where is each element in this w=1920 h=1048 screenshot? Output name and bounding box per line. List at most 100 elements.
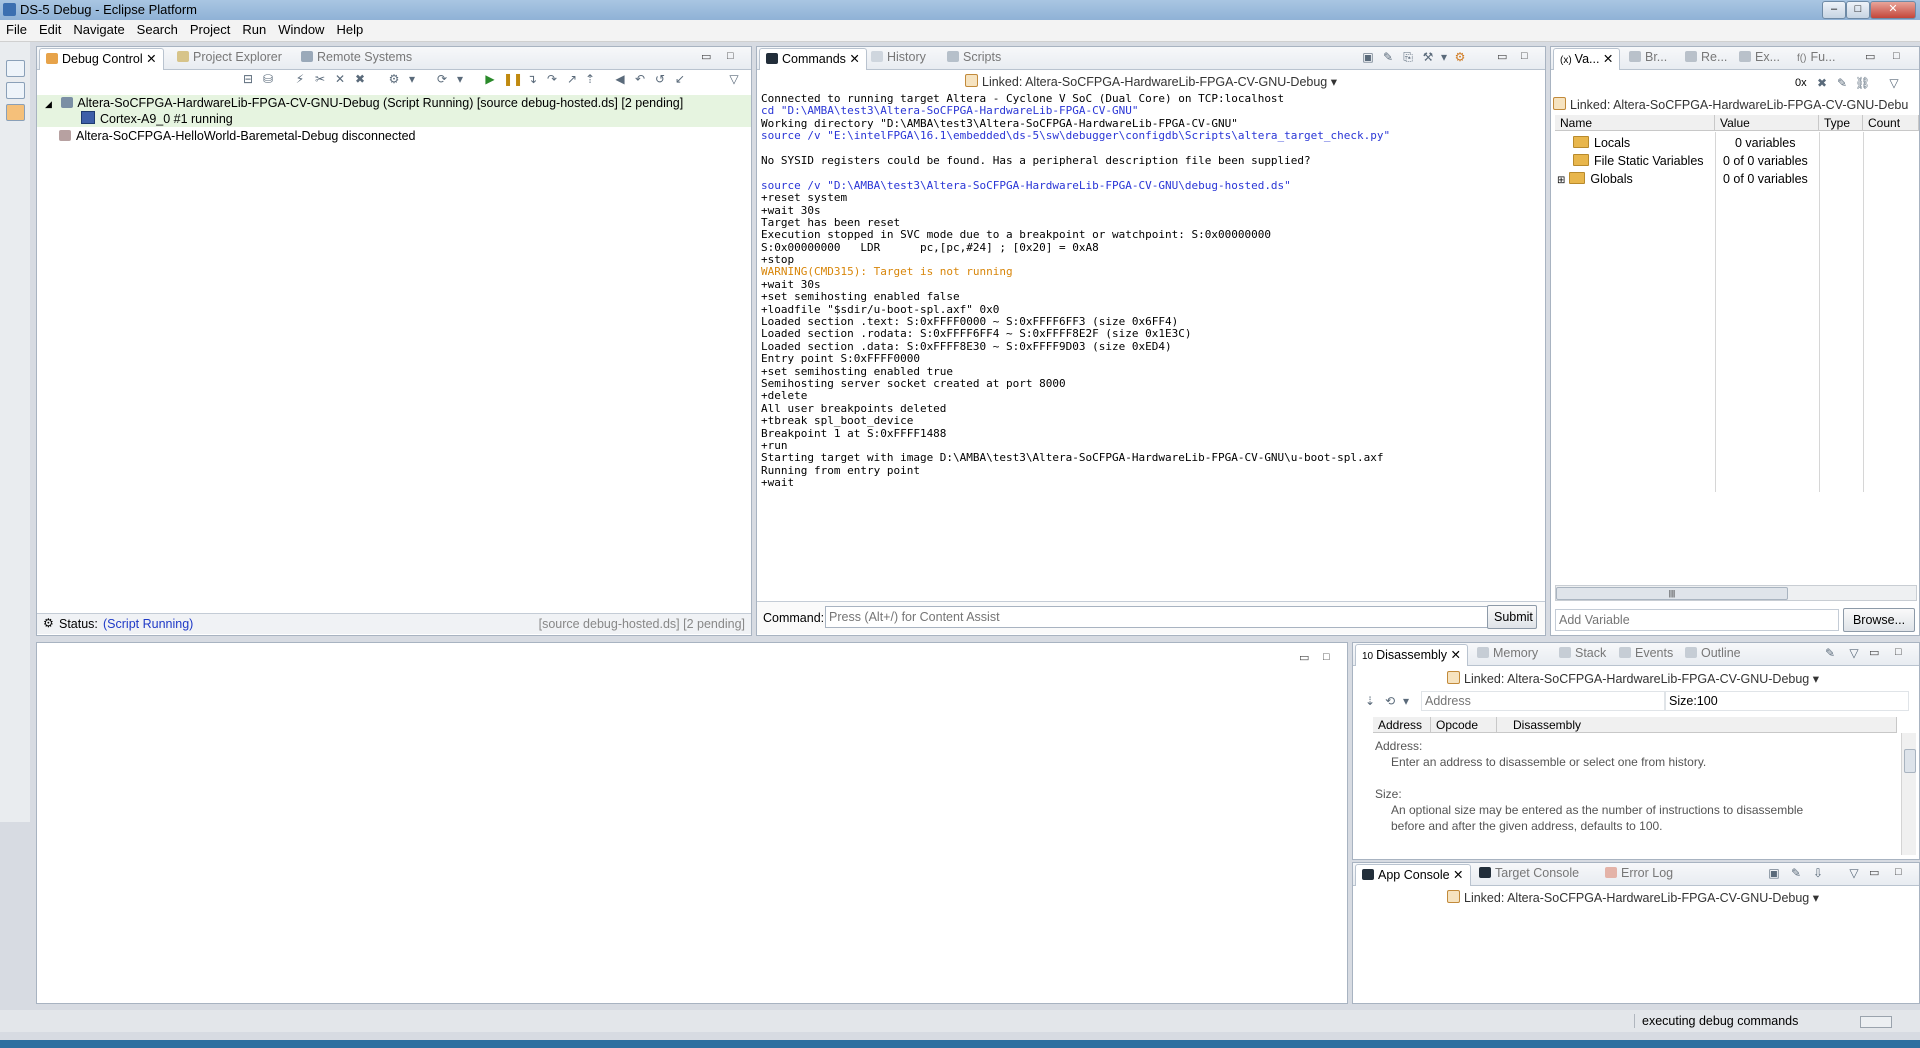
- scrollbar-thumb[interactable]: [1904, 749, 1916, 773]
- linked-target-selector[interactable]: Linked: Altera-SoCFPGA-HardwareLib-FPGA-…: [1447, 671, 1819, 686]
- tab-scripts[interactable]: Scripts: [947, 47, 1001, 68]
- menu-window[interactable]: Window: [272, 20, 330, 39]
- tab-memory[interactable]: Memory: [1477, 643, 1538, 664]
- pause-icon[interactable]: ❚❚: [503, 73, 523, 86]
- vertical-scrollbar[interactable]: [1901, 733, 1916, 855]
- menu-file[interactable]: File: [0, 20, 33, 39]
- column-header-value[interactable]: Value: [1715, 115, 1819, 131]
- step-return-icon[interactable]: ⇡: [583, 73, 597, 86]
- linked-target-selector[interactable]: Linked: Altera-SoCFPGA-HardwareLib-FPGA-…: [1447, 890, 1819, 905]
- step-over-icon[interactable]: ↷: [545, 73, 559, 86]
- menu-help[interactable]: Help: [330, 20, 369, 39]
- linked-target-selector[interactable]: Linked: Altera-SoCFPGA-HardwareLib-FPGA-…: [1553, 97, 1917, 112]
- maximize-window-button[interactable]: □: [1846, 1, 1870, 19]
- radix-toggle[interactable]: 0x: [1795, 77, 1807, 89]
- cpp-perspective-icon[interactable]: [6, 82, 25, 99]
- view-menu-icon[interactable]: ▽: [1847, 647, 1861, 660]
- size-input[interactable]: [1665, 691, 1909, 711]
- menu-project[interactable]: Project: [184, 20, 236, 39]
- tab-registers[interactable]: Re...: [1685, 47, 1727, 68]
- horizontal-scrollbar[interactable]: |||: [1555, 585, 1917, 601]
- submit-button[interactable]: Submit: [1487, 605, 1537, 629]
- menu-navigate[interactable]: Navigate: [67, 20, 130, 39]
- dropdown-icon[interactable]: ▾: [405, 73, 419, 86]
- column-header-name[interactable]: Name: [1555, 115, 1715, 131]
- export-icon[interactable]: ⎘: [1401, 51, 1415, 64]
- tab-breakpoints[interactable]: Br...: [1629, 47, 1667, 68]
- add-variable-input[interactable]: [1555, 609, 1839, 631]
- view-menu-icon[interactable]: ▽: [1847, 867, 1861, 880]
- column-header-count[interactable]: Count: [1863, 115, 1919, 131]
- column-header-address[interactable]: Address: [1373, 717, 1431, 733]
- debug-perspective-icon[interactable]: [6, 104, 25, 121]
- dropdown-icon[interactable]: ▾: [1437, 51, 1451, 64]
- open-perspective-icon[interactable]: [6, 60, 25, 77]
- pin-icon[interactable]: ✎: [1823, 647, 1837, 660]
- minimize-icon[interactable]: ▭: [1299, 651, 1309, 664]
- tab-variables[interactable]: (x) Va... ✕: [1553, 48, 1621, 70]
- tab-error-log[interactable]: Error Log: [1605, 863, 1673, 884]
- maximize-icon[interactable]: □: [1323, 651, 1330, 663]
- menu-run[interactable]: Run: [236, 20, 272, 39]
- minimize-window-button[interactable]: –: [1822, 1, 1846, 19]
- clear-icon[interactable]: ✎: [1789, 867, 1803, 880]
- view-menu-icon[interactable]: ▽: [1887, 77, 1901, 90]
- pin-icon[interactable]: ✎: [1835, 77, 1849, 90]
- tab-events[interactable]: Events: [1619, 643, 1673, 664]
- tab-outline[interactable]: Outline: [1685, 643, 1741, 664]
- column-header-opcode[interactable]: Opcode: [1431, 717, 1497, 733]
- save-icon[interactable]: ▣: [1361, 51, 1375, 64]
- tab-commands[interactable]: Commands ✕: [759, 48, 867, 70]
- variable-row-file-static[interactable]: File Static Variables 0 of 0 variables: [1555, 153, 1919, 169]
- maximize-icon[interactable]: □: [1895, 866, 1902, 878]
- variable-row-locals[interactable]: Locals 0 variables: [1555, 135, 1919, 151]
- remove-all-icon[interactable]: ✖: [353, 73, 367, 86]
- tab-remote-systems[interactable]: Remote Systems: [301, 47, 412, 68]
- menu-edit[interactable]: Edit: [33, 20, 67, 39]
- progress-indicator[interactable]: [1860, 1016, 1892, 1028]
- reverse-icon[interactable]: ◀: [613, 73, 627, 86]
- tab-debug-control[interactable]: Debug Control ✕: [39, 48, 164, 70]
- browse-button[interactable]: Browse...: [1843, 608, 1915, 632]
- history-icon[interactable]: ⟲: [1383, 695, 1397, 708]
- reverse-out-icon[interactable]: ↙: [673, 73, 687, 86]
- maximize-icon[interactable]: □: [1893, 50, 1900, 62]
- tab-app-console[interactable]: App Console ✕: [1355, 864, 1471, 886]
- view-menu-icon[interactable]: ▽: [727, 73, 741, 86]
- reverse-step-icon[interactable]: ↶: [633, 73, 647, 86]
- step-into-icon[interactable]: ↴: [525, 73, 539, 86]
- tab-stack[interactable]: Stack: [1559, 643, 1606, 664]
- tab-functions[interactable]: f() Fu...: [1797, 47, 1835, 68]
- maximize-icon[interactable]: □: [1895, 646, 1902, 658]
- expand-triangle-icon[interactable]: ◢: [45, 99, 52, 109]
- minimize-icon[interactable]: ▭: [1865, 50, 1875, 63]
- step-out-icon[interactable]: ↗: [565, 73, 579, 86]
- column-header-disassembly[interactable]: Disassembly: [1497, 717, 1897, 733]
- clear-icon[interactable]: ✎: [1381, 51, 1395, 64]
- scrollbar-thumb[interactable]: |||: [1556, 587, 1788, 600]
- minimize-icon[interactable]: ▭: [1869, 646, 1879, 659]
- debug-config-icon[interactable]: ⚙: [387, 73, 401, 86]
- tree-item-helloworld[interactable]: Altera-SoCFPGA-HelloWorld-Baremetal-Debu…: [37, 128, 751, 144]
- dropdown-icon[interactable]: ▾: [453, 73, 467, 86]
- expand-plus-icon[interactable]: ⊞: [1557, 175, 1565, 186]
- link-debug-icon[interactable]: ⚙: [1453, 51, 1467, 64]
- variable-row-globals[interactable]: ⊞ Globals 0 of 0 variables: [1555, 171, 1919, 187]
- scroll-lock-icon[interactable]: ⇩: [1811, 867, 1825, 880]
- command-input[interactable]: [825, 606, 1489, 628]
- step-instruction-icon[interactable]: ⇣: [1363, 695, 1377, 708]
- remove-icon[interactable]: ✖: [1815, 77, 1829, 90]
- column-header-type[interactable]: Type: [1819, 115, 1863, 131]
- tree-item-cortex-core[interactable]: Cortex-A9_0 #1 running: [37, 111, 751, 127]
- reverse-over-icon[interactable]: ↺: [653, 73, 667, 86]
- dropdown-icon[interactable]: ▾: [1399, 695, 1413, 708]
- linked-target-selector[interactable]: Linked: Altera-SoCFPGA-HardwareLib-FPGA-…: [965, 74, 1337, 89]
- script-icon[interactable]: ⚒: [1421, 51, 1435, 64]
- continue-icon[interactable]: ▶: [483, 73, 497, 86]
- minimize-icon[interactable]: ▭: [1497, 50, 1507, 63]
- save-icon[interactable]: ▣: [1767, 867, 1781, 880]
- collapse-icon[interactable]: ⊟: [241, 73, 255, 86]
- disconnect-icon[interactable]: ⚡: [293, 73, 307, 86]
- maximize-icon[interactable]: □: [1521, 50, 1528, 62]
- connect-icon[interactable]: ⛁: [261, 73, 275, 86]
